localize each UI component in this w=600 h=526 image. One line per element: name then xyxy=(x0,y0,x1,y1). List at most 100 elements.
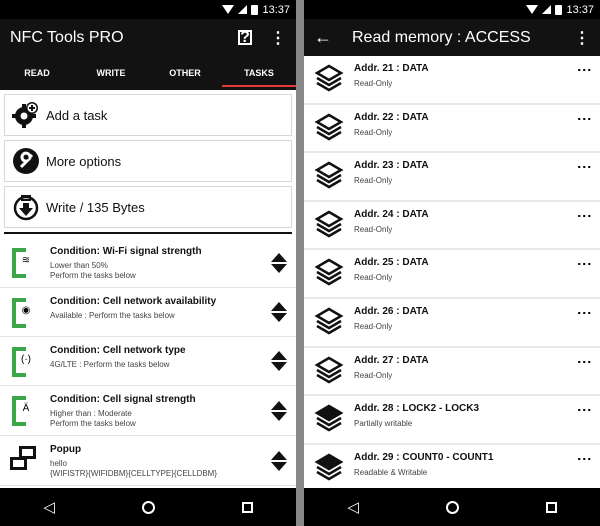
task-item[interactable]: ≋ Condition: Wi-Fi signal strength Lower t… xyxy=(0,238,296,288)
memory-item[interactable]: Addr. 25 : DATA Read-Only ⋮ xyxy=(304,250,600,299)
task-list: ≋ Condition: Wi-Fi signal strength Lower t… xyxy=(0,238,296,486)
tab-other[interactable]: OTHER xyxy=(148,56,222,90)
screen-title: Read memory : ACCESS xyxy=(352,28,531,46)
memory-item[interactable]: Addr. 28 : LOCK2 - LOCK3 Partially writab… xyxy=(304,396,600,445)
nav-bar: ◁ xyxy=(0,488,296,526)
item-menu-icon[interactable]: ⋮ xyxy=(577,160,593,172)
overflow-menu-icon[interactable]: ⋮ xyxy=(270,28,286,48)
reorder-handle[interactable] xyxy=(270,442,288,479)
layers-icon xyxy=(314,112,344,142)
tab-write[interactable]: WRITE xyxy=(74,56,148,90)
nav-recents-icon[interactable] xyxy=(545,501,557,513)
write-135-bytes-button[interactable]: Write / 135 Bytes xyxy=(4,186,292,228)
download-write-icon xyxy=(11,192,41,222)
memory-access: Partially writable xyxy=(354,419,413,429)
action-label: Write / 135 Bytes xyxy=(46,199,145,215)
action-label: Add a task xyxy=(46,107,108,123)
item-menu-icon[interactable]: ⋮ xyxy=(577,355,593,367)
memory-access: Read-Only xyxy=(354,370,393,380)
wifi-status-icon xyxy=(526,5,539,14)
nav-recents-icon[interactable] xyxy=(241,501,253,513)
memory-access: Read-Only xyxy=(354,321,393,331)
tab-tasks[interactable]: TASKS xyxy=(222,56,296,90)
item-menu-icon[interactable]: ⋮ xyxy=(577,403,593,415)
task-item[interactable]: Ä Condition: Cell signal strength Higher t… xyxy=(0,386,296,436)
layers-icon xyxy=(314,209,344,239)
overflow-menu-icon[interactable]: ⋮ xyxy=(574,28,590,48)
cell-network-icon: ◉ xyxy=(21,305,31,316)
move-up-icon xyxy=(271,450,287,460)
app-bar: NFC Tools PRO ? ⋮ xyxy=(0,19,296,56)
nav-back-icon[interactable]: ◁ xyxy=(43,498,55,516)
reorder-handle[interactable] xyxy=(270,294,288,330)
layers-icon xyxy=(314,257,344,287)
memory-address: Addr. 28 : LOCK2 - LOCK3 xyxy=(354,403,480,415)
left-screen: 13:37 NFC Tools PRO ? ⋮ READ WRITE OTHER TA… xyxy=(0,0,296,526)
move-up-icon xyxy=(271,302,287,311)
app-title: NFC Tools PRO xyxy=(10,28,124,46)
memory-address: Addr. 23 : DATA xyxy=(354,160,429,172)
more-options-button[interactable]: More options xyxy=(4,140,292,182)
app-bar: ← Read memory : ACCESS ⋮ xyxy=(304,19,600,56)
gear-plus-icon xyxy=(11,100,41,130)
add-a-task-button[interactable]: Add a task xyxy=(4,94,292,136)
memory-item[interactable]: Addr. 22 : DATA Read-Only ⋮ xyxy=(304,105,600,154)
task-title: Condition: Cell network type xyxy=(50,345,186,356)
back-arrow-icon[interactable]: ← xyxy=(314,27,332,48)
wrench-icon xyxy=(11,146,41,176)
memory-item[interactable]: Addr. 24 : DATA Read-Only ⋮ xyxy=(304,202,600,251)
cell-type-icon: (·) xyxy=(21,354,31,365)
item-menu-icon[interactable]: ⋮ xyxy=(577,63,593,75)
memory-item[interactable]: Addr. 23 : DATA Read-Only ⋮ xyxy=(304,153,600,202)
reorder-handle[interactable] xyxy=(270,244,288,281)
task-detail: {WIFISTR}{WIFIDBM}{CELLTYPE}{CELLDBM} xyxy=(50,469,218,478)
tab-bar: READ WRITE OTHER TASKS xyxy=(0,56,296,90)
action-list: Add a task More options Write / 135 Bytes xyxy=(0,90,296,228)
memory-item[interactable]: Addr. 27 : DATA Read-Only ⋮ xyxy=(304,348,600,397)
memory-address: Addr. 27 : DATA xyxy=(354,354,429,366)
memory-item[interactable]: Addr. 29 : COUNT0 - COUNT1 Readable & Wri… xyxy=(304,445,600,494)
nav-bar: ◁ xyxy=(304,488,600,526)
task-title: Condition: Cell signal strength xyxy=(50,394,196,405)
memory-access: Read-Only xyxy=(354,273,393,283)
layers-icon xyxy=(314,355,344,385)
task-detail: Perform the tasks below xyxy=(50,419,136,428)
task-detail: 4G/LTE : Perform the tasks below xyxy=(50,360,170,369)
battery-icon xyxy=(555,4,563,15)
status-bar: 13:37 xyxy=(0,0,296,19)
nav-home-icon[interactable] xyxy=(445,500,459,514)
nav-home-icon[interactable] xyxy=(141,500,155,514)
task-detail: hello xyxy=(50,459,67,468)
help-icon[interactable]: ? xyxy=(238,30,252,46)
item-menu-icon[interactable]: ⋮ xyxy=(577,452,593,464)
memory-item[interactable]: Addr. 26 : DATA Read-Only ⋮ xyxy=(304,299,600,348)
memory-address: Addr. 21 : DATA xyxy=(354,63,429,74)
reorder-handle[interactable] xyxy=(270,343,288,379)
action-label: More options xyxy=(46,153,122,169)
clock: 13:37 xyxy=(566,3,594,16)
item-menu-icon[interactable]: ⋮ xyxy=(577,306,593,318)
memory-access: Read-Only xyxy=(354,127,393,137)
layers-icon xyxy=(314,306,344,336)
wifi-icon: ≋ xyxy=(21,255,31,266)
task-item[interactable]: ◉ Condition: Cell network availability Ava… xyxy=(0,288,296,337)
memory-access: Read-Only xyxy=(354,176,393,186)
task-item[interactable]: (·) Condition: Cell network type 4G/LTE : … xyxy=(0,337,296,386)
nav-back-icon[interactable]: ◁ xyxy=(347,498,359,516)
memory-address: Addr. 29 : COUNT0 - COUNT1 xyxy=(354,451,494,463)
memory-access: Read-Only xyxy=(354,79,393,88)
memory-address: Addr. 26 : DATA xyxy=(354,305,429,317)
task-detail: Higher than : Moderate xyxy=(50,409,132,418)
memory-address: Addr. 22 : DATA xyxy=(354,111,429,123)
item-menu-icon[interactable]: ⋮ xyxy=(577,112,593,124)
item-menu-icon[interactable]: ⋮ xyxy=(577,209,593,221)
item-menu-icon[interactable]: ⋮ xyxy=(577,257,593,269)
memory-item[interactable]: Addr. 21 : DATA Read-Only ⋮ xyxy=(304,56,600,105)
task-item[interactable]: Popup hello {WIFISTR}{WIFIDBM}{CELLTYPE}{C… xyxy=(0,436,296,486)
cell-signal-icon xyxy=(542,5,552,14)
condition-bracket: ≋ xyxy=(12,248,30,278)
reorder-handle[interactable] xyxy=(270,392,288,429)
task-detail: Perform the tasks below xyxy=(50,271,136,280)
tab-read[interactable]: READ xyxy=(0,56,74,90)
task-title: Popup xyxy=(50,444,82,455)
